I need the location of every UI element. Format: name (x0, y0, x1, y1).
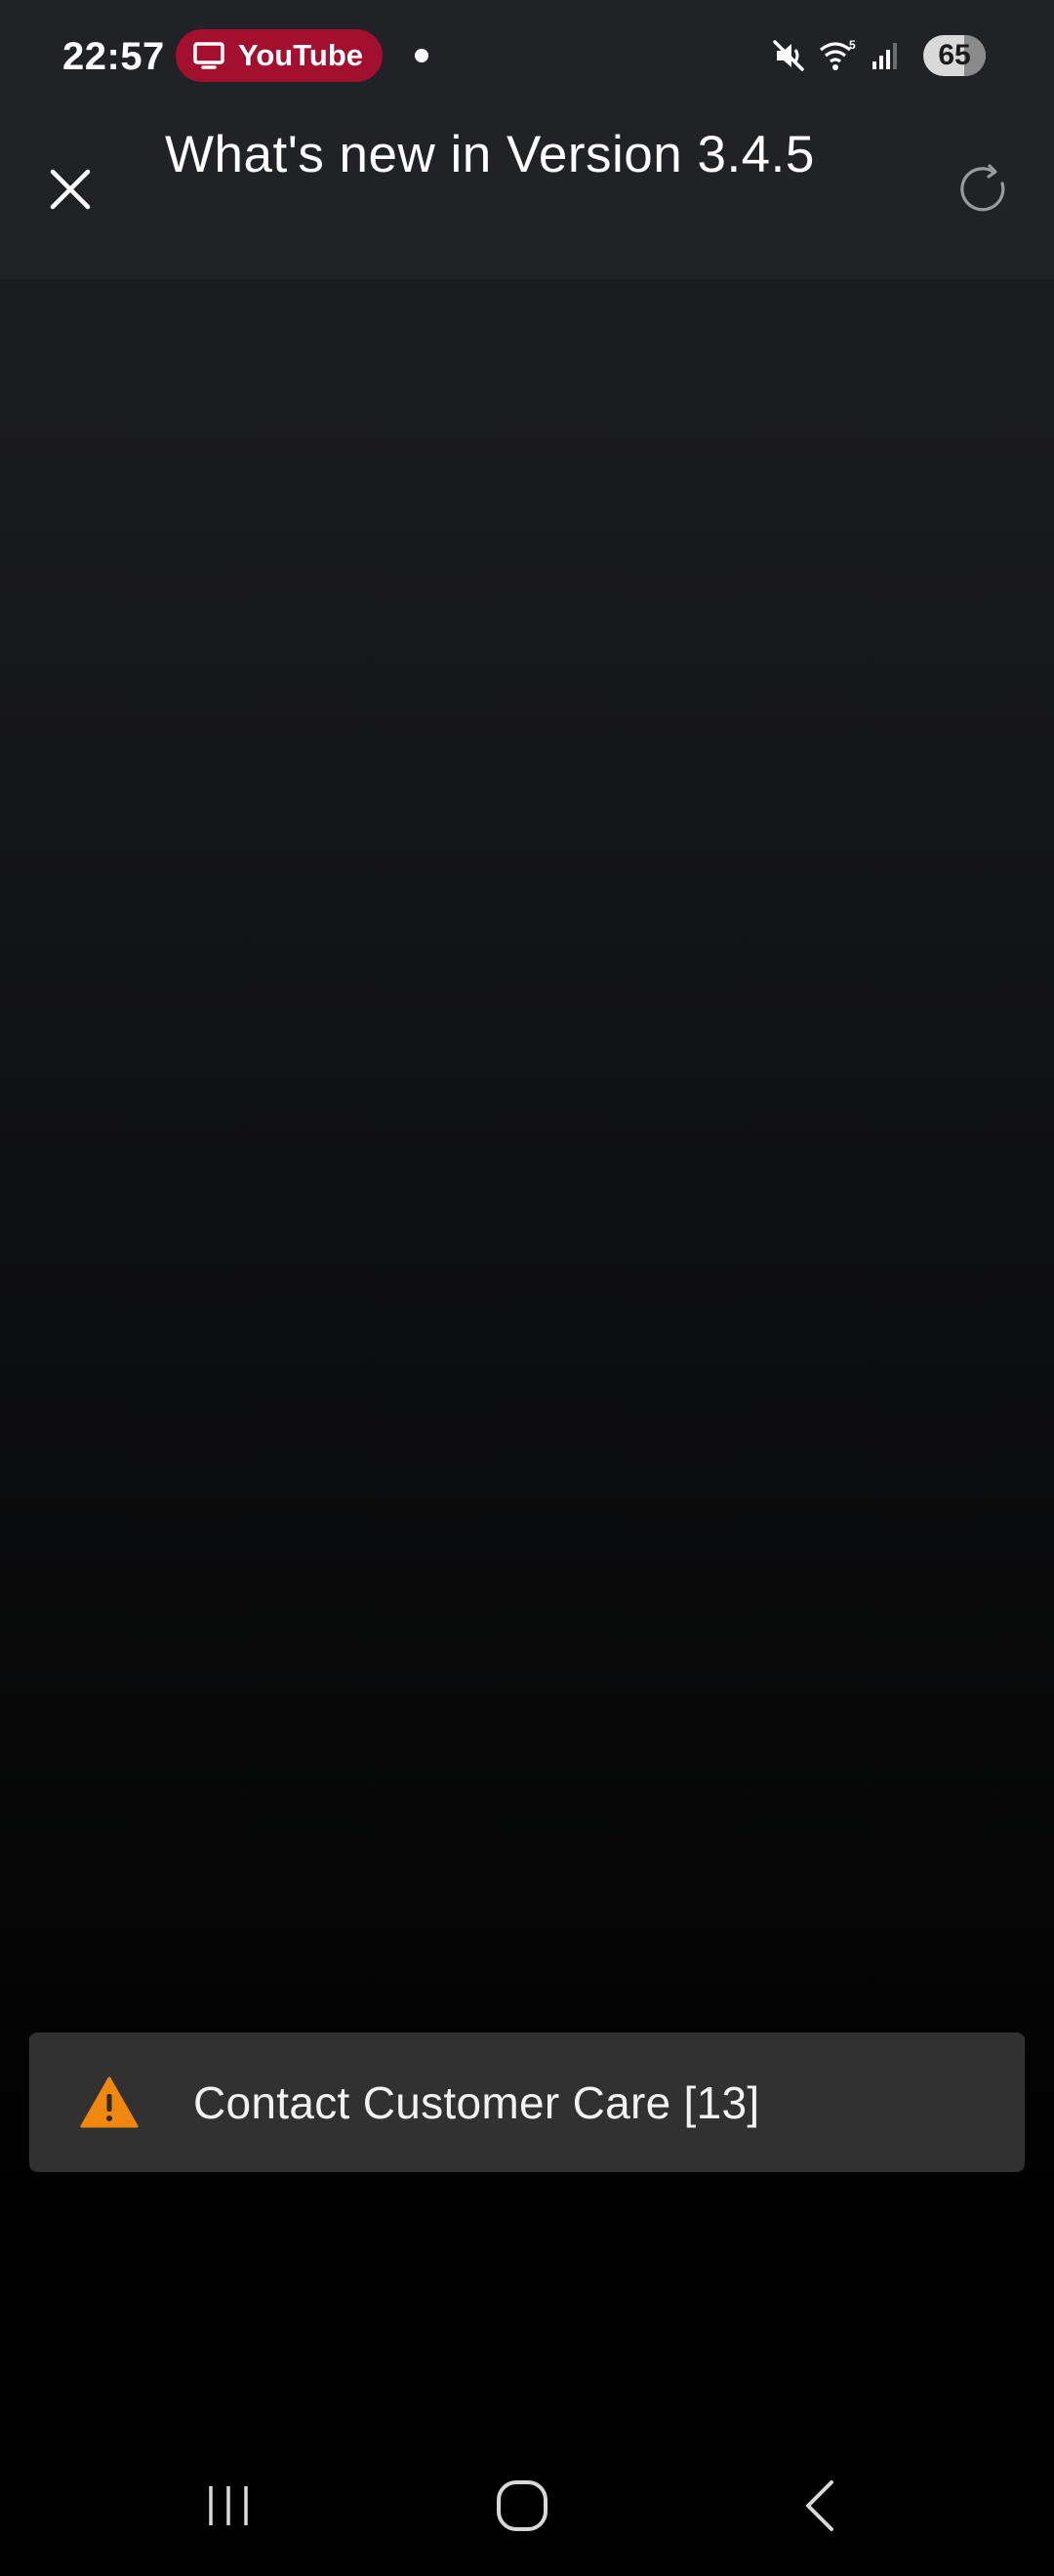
cast-app-label: YouTube (238, 38, 363, 72)
wifi-badge: 5 (849, 38, 856, 52)
reload-button[interactable] (943, 150, 1025, 232)
status-bar: 22:57 YouTube 5 65 (0, 0, 1054, 111)
battery-level: 65 (938, 39, 971, 71)
system-icons: 5 65 (769, 31, 986, 80)
back-icon (798, 2478, 841, 2538)
status-time: 22:57 (62, 35, 165, 78)
notification-dot (415, 49, 428, 62)
snackbar-message: Contact Customer Care [13] (193, 2076, 760, 2128)
home-icon (495, 2478, 549, 2538)
tv-icon (191, 38, 226, 73)
recents-icon (203, 2482, 254, 2534)
close-button[interactable] (29, 150, 111, 232)
error-snackbar: Contact Customer Care [13] (29, 2033, 1025, 2172)
home-button[interactable] (473, 2469, 571, 2547)
app-header: What's new in Version 3.4.5 (0, 111, 1054, 279)
system-nav-bar (0, 2439, 1054, 2576)
content-area (0, 279, 1054, 2035)
close-icon (47, 166, 94, 218)
page-title: What's new in Version 3.4.5 (165, 126, 815, 183)
recents-button[interactable] (180, 2469, 277, 2547)
cast-indicator-pill[interactable]: YouTube (176, 29, 383, 82)
mute-icon (769, 36, 808, 75)
warning-icon (78, 2072, 141, 2134)
reload-icon (954, 160, 1013, 223)
wifi-icon: 5 (818, 36, 857, 75)
signal-icon (867, 36, 906, 75)
battery-icon: 65 (923, 35, 986, 76)
back-button[interactable] (771, 2469, 869, 2547)
